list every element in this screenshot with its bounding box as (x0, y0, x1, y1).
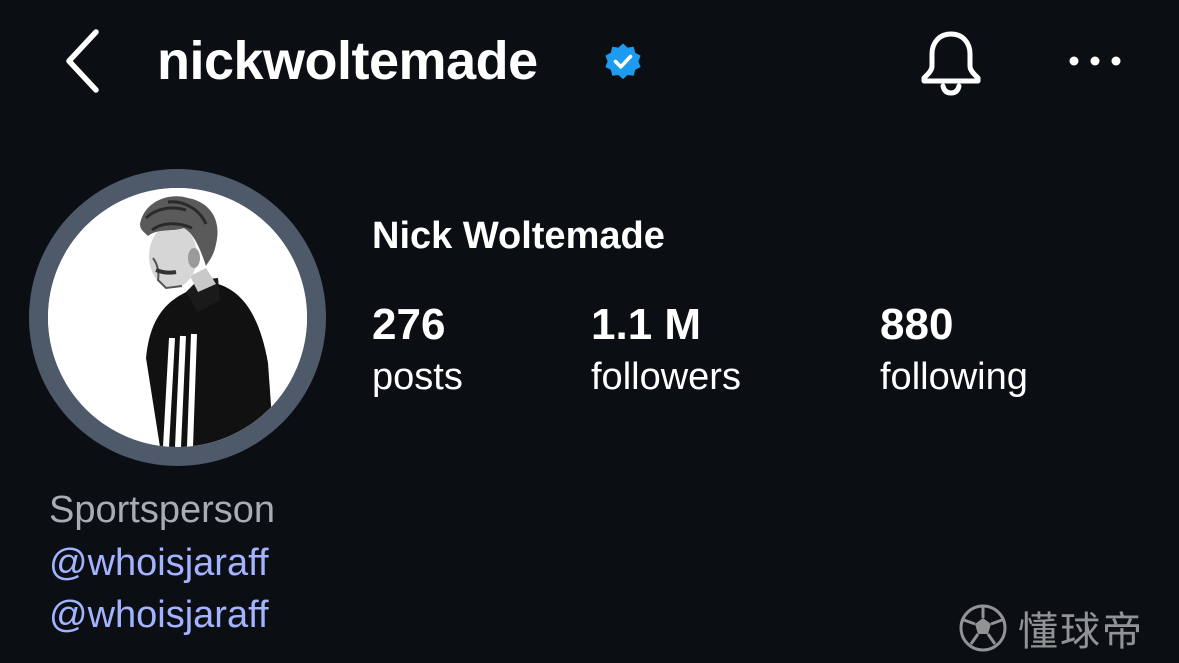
profile-username: nickwoltemade (157, 31, 538, 91)
posts-label: posts (372, 356, 463, 398)
football-logo-icon (959, 604, 1007, 652)
more-horizontal-icon (1069, 56, 1121, 66)
following-count: 880 (880, 300, 954, 349)
followers-label: followers (591, 356, 741, 398)
followers-count: 1.1 M (591, 300, 702, 349)
following-label: following (880, 356, 1028, 398)
watermark: 懂球帝 (958, 600, 1144, 656)
profile-full-name: Nick Woltemade (372, 215, 665, 257)
bio-mention-link[interactable]: @whoisjaraff (49, 538, 269, 588)
profile-category: Sportsperson (49, 489, 276, 531)
profile-photo (48, 188, 307, 447)
chevron-left-icon (66, 29, 99, 93)
notifications-button[interactable] (918, 28, 984, 96)
following-stat[interactable]: 880 following (880, 298, 1028, 402)
posts-stat[interactable]: 276 posts (372, 298, 463, 402)
followers-stat[interactable]: 1.1 M followers (591, 298, 741, 402)
watermark-text: 懂球帝 (1018, 609, 1144, 655)
verified-badge-icon (605, 43, 641, 80)
back-button[interactable] (60, 26, 110, 96)
bell-icon (921, 31, 981, 96)
bio-mention-link[interactable]: @whoisjaraff (49, 590, 269, 640)
more-options-button[interactable] (1064, 46, 1126, 76)
posts-count: 276 (372, 300, 446, 349)
profile-screen: nickwoltemade Nick Woltemade 276 posts 1… (0, 0, 1179, 663)
avatar[interactable] (48, 188, 307, 447)
